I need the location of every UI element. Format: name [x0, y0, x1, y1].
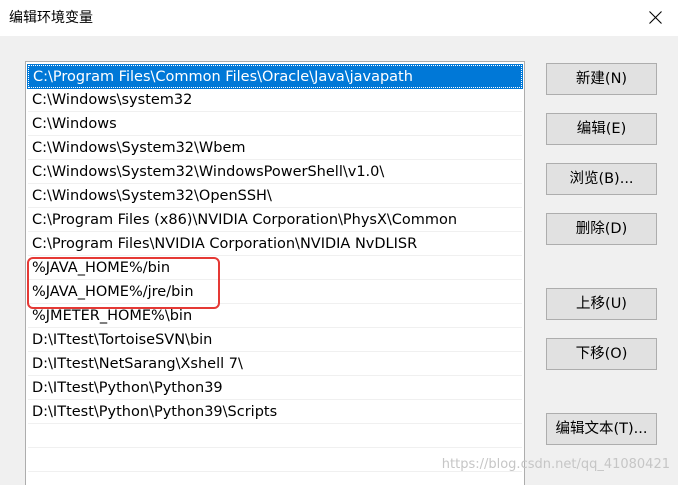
title-bar: 编辑环境变量 [0, 0, 678, 36]
edit-button[interactable]: 编辑(E) [546, 113, 657, 145]
list-item[interactable]: D:\ITtest\NetSarang\Xshell 7\ [28, 353, 522, 376]
list-item[interactable]: C:\Program Files\Common Files\Oracle\Jav… [27, 64, 523, 89]
list-item[interactable]: C:\Program Files (x86)\NVIDIA Corporatio… [28, 209, 522, 232]
browse-button[interactable]: 浏览(B)... [546, 163, 657, 195]
edit-text-button[interactable]: 编辑文本(T)... [546, 413, 657, 445]
close-button[interactable] [632, 0, 678, 36]
list-item[interactable]: C:\Windows\System32\Wbem [28, 137, 522, 160]
list-item[interactable]: C:\Windows [28, 113, 522, 136]
path-list[interactable]: C:\Program Files\Common Files\Oracle\Jav… [25, 61, 525, 485]
list-item[interactable]: D:\ITtest\Python\Python39\Scripts [28, 401, 522, 424]
list-item[interactable]: C:\Windows\system32 [28, 89, 522, 112]
list-item[interactable]: %JAVA_HOME%/bin [28, 257, 522, 280]
list-item[interactable]: %JMETER_HOME%\bin [28, 305, 522, 328]
list-item[interactable]: D:\ITtest\TortoiseSVN\bin [28, 329, 522, 352]
list-item[interactable]: C:\Program Files\NVIDIA Corporation\NVID… [28, 233, 522, 256]
close-icon [649, 11, 662, 24]
list-item[interactable]: C:\Windows\System32\WindowsPowerShell\v1… [28, 161, 522, 184]
edit-env-var-dialog: 编辑环境变量 C:\Program Files\Common Files\Ora… [0, 0, 678, 485]
watermark: https://blog.csdn.net/qq_41080421 [441, 457, 670, 472]
list-item[interactable]: %JAVA_HOME%/jre/bin [28, 281, 522, 304]
list-item[interactable]: D:\ITtest\Python\Python39 [28, 377, 522, 400]
new-button[interactable]: 新建(N) [546, 63, 657, 95]
move-down-button[interactable]: 下移(O) [546, 338, 657, 370]
delete-button[interactable]: 删除(D) [546, 213, 657, 245]
dialog-title: 编辑环境变量 [9, 10, 93, 26]
move-up-button[interactable]: 上移(U) [546, 288, 657, 320]
list-item[interactable]: C:\Windows\System32\OpenSSH\ [28, 185, 522, 208]
list-item[interactable] [28, 425, 522, 448]
